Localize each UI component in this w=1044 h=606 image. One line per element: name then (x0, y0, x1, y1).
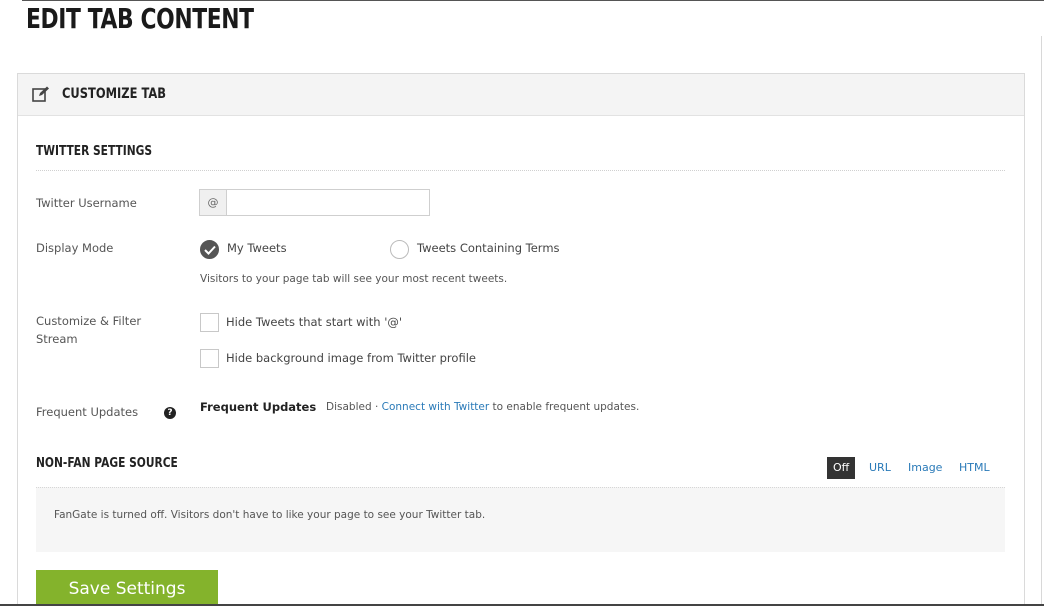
fangate-panel: FanGate is turned off. Visitors don't ha… (36, 487, 1005, 552)
display-mode-label: Display Mode (36, 241, 114, 255)
frequent-updates-label: Frequent Updates (36, 405, 139, 419)
tab-html[interactable]: HTML (953, 457, 996, 479)
top-divider (22, 0, 1044, 1)
twitter-settings-title: Twitter Settings (36, 144, 153, 159)
frequent-updates-status: Disabled · Connect with Twitter to enabl… (326, 401, 639, 413)
tab-url[interactable]: URL (863, 457, 897, 479)
frequent-updates-status-text: Disabled · (326, 401, 382, 413)
filter-stream-label-line2: Stream (36, 332, 78, 346)
twitter-username-group: @ (199, 189, 430, 216)
tab-image[interactable]: Image (902, 457, 948, 479)
panel-title: Customize Tab (62, 86, 167, 102)
non-fan-title: Non-Fan Page Source (36, 456, 178, 471)
save-settings-button[interactable]: Save Settings (36, 570, 218, 606)
page-frame: Edit Tab Content Customize Tab Twitter S… (0, 0, 1044, 606)
check-icon (204, 245, 216, 255)
radio-my-tweets-label[interactable]: My Tweets (227, 241, 287, 255)
at-prefix: @ (200, 190, 227, 215)
section-divider (36, 170, 1005, 171)
edit-icon (32, 86, 50, 102)
hide-background-label[interactable]: Hide background image from Twitter profi… (226, 351, 476, 365)
radio-tweets-containing-terms-label[interactable]: Tweets Containing Terms (417, 241, 560, 255)
fangate-message: FanGate is turned off. Visitors don't ha… (54, 509, 486, 521)
radio-my-tweets[interactable] (200, 240, 219, 259)
right-divider (1041, 36, 1042, 606)
twitter-username-input[interactable] (227, 190, 429, 213)
question-icon[interactable]: ? (164, 407, 176, 419)
connect-twitter-link[interactable]: Connect with Twitter (382, 401, 490, 413)
page-title: Edit Tab Content (26, 2, 254, 35)
hide-background-checkbox[interactable] (200, 349, 219, 368)
panel-header: Customize Tab (18, 74, 1024, 116)
frequent-updates-title: Frequent Updates (200, 400, 317, 414)
filter-stream-label-line1: Customize & Filter (36, 314, 142, 328)
tab-off[interactable]: Off (827, 457, 856, 479)
hide-at-tweets-checkbox[interactable] (200, 313, 219, 332)
radio-tweets-containing-terms[interactable] (390, 240, 409, 259)
hide-at-tweets-label[interactable]: Hide Tweets that start with '@' (226, 315, 402, 329)
frequent-updates-suffix: to enable frequent updates. (489, 401, 640, 413)
twitter-username-label: Twitter Username (36, 196, 137, 210)
display-mode-help: Visitors to your page tab will see your … (200, 273, 508, 285)
